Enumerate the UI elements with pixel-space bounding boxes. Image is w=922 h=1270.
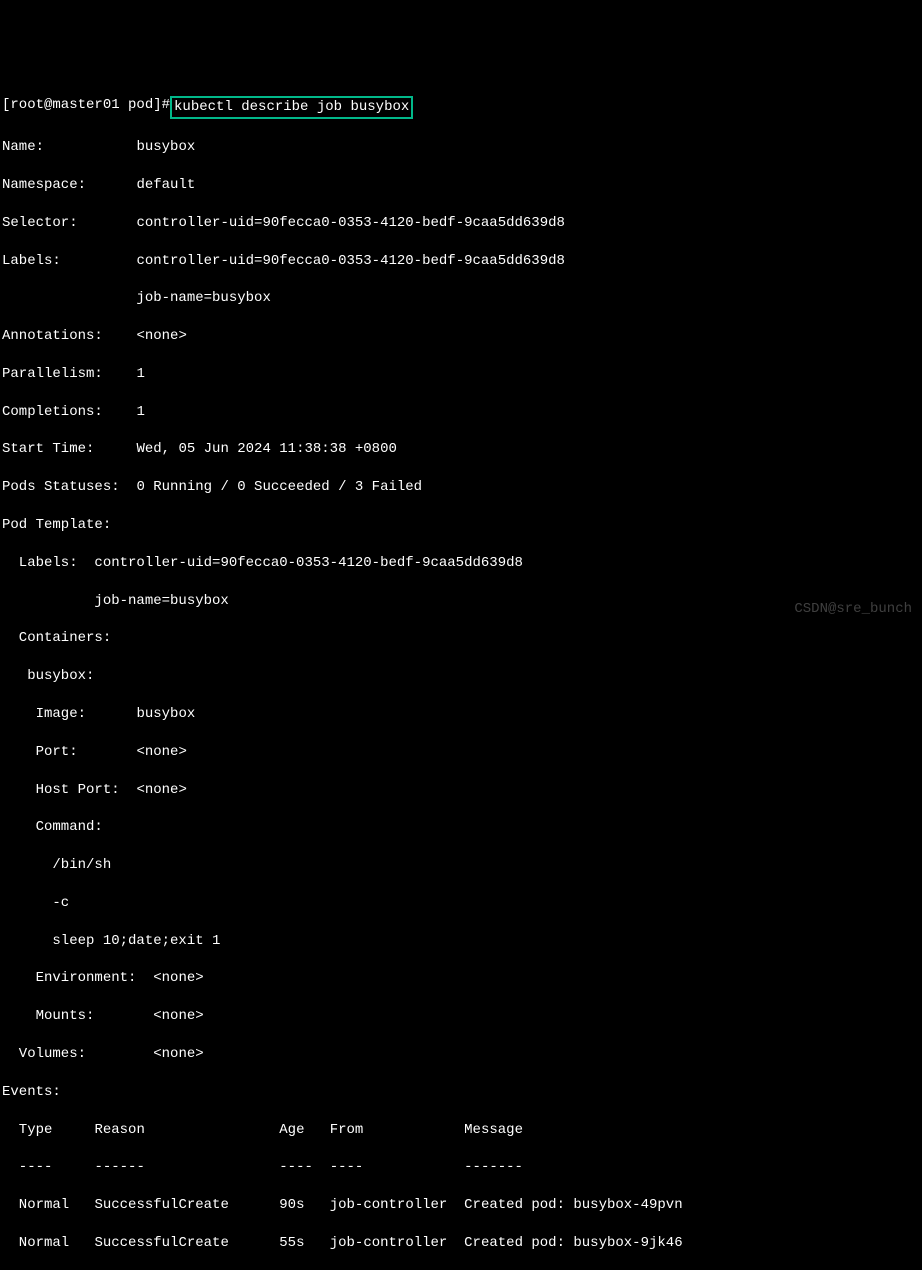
- container-name: busybox:: [2, 667, 920, 686]
- command-line[interactable]: [root@master01 pod]# kubectl describe jo…: [2, 96, 920, 119]
- field-labels: Labels: controller-uid=90fecca0-0353-412…: [2, 252, 920, 271]
- cmd-2: -c: [2, 894, 920, 913]
- shell-prompt: [root@master01 pod]#: [2, 96, 170, 115]
- field-selector: Selector: controller-uid=90fecca0-0353-4…: [2, 214, 920, 233]
- field-labels-2: job-name=busybox: [2, 289, 920, 308]
- pt-labels-2: job-name=busybox: [2, 592, 920, 611]
- event-row: Normal SuccessfulCreate 55s job-controll…: [2, 1234, 920, 1253]
- field-podsstatuses: Pods Statuses: 0 Running / 0 Succeeded /…: [2, 478, 920, 497]
- field-hostport: Host Port: <none>: [2, 781, 920, 800]
- events-divider: ---- ------ ---- ---- -------: [2, 1158, 920, 1177]
- containers-label: Containers:: [2, 629, 920, 648]
- field-name: Name: busybox: [2, 138, 920, 157]
- field-podtemplate: Pod Template:: [2, 516, 920, 535]
- field-image: Image: busybox: [2, 705, 920, 724]
- cmd-1: /bin/sh: [2, 856, 920, 875]
- events-label: Events:: [2, 1083, 920, 1102]
- field-starttime: Start Time: Wed, 05 Jun 2024 11:38:38 +0…: [2, 440, 920, 459]
- field-volumes: Volumes: <none>: [2, 1045, 920, 1064]
- field-env: Environment: <none>: [2, 969, 920, 988]
- terminal-output: [root@master01 pod]# kubectl describe jo…: [2, 78, 920, 1270]
- field-mounts: Mounts: <none>: [2, 1007, 920, 1026]
- field-completions: Completions: 1: [2, 403, 920, 422]
- command-text: kubectl describe job busybox: [170, 96, 413, 119]
- pt-labels: Labels: controller-uid=90fecca0-0353-412…: [2, 554, 920, 573]
- field-command: Command:: [2, 818, 920, 837]
- field-port: Port: <none>: [2, 743, 920, 762]
- event-row: Normal SuccessfulCreate 90s job-controll…: [2, 1196, 920, 1215]
- field-parallelism: Parallelism: 1: [2, 365, 920, 384]
- events-header: Type Reason Age From Message: [2, 1121, 920, 1140]
- field-namespace: Namespace: default: [2, 176, 920, 195]
- field-annotations: Annotations: <none>: [2, 327, 920, 346]
- cmd-3: sleep 10;date;exit 1: [2, 932, 920, 951]
